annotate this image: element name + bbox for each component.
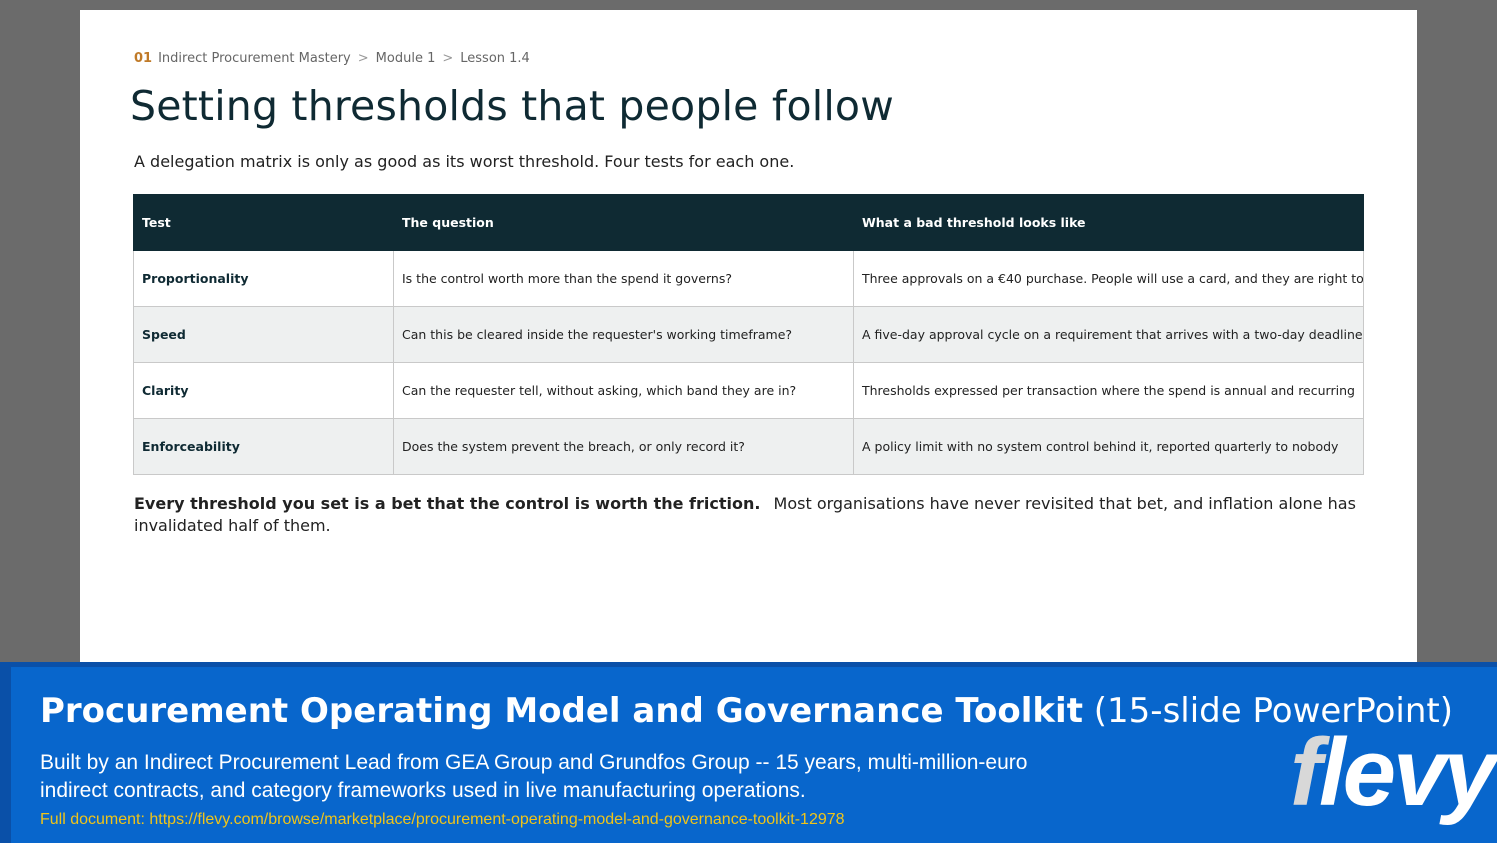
logo-rest: levy <box>1318 719 1497 826</box>
table-row: Enforceability Does the system prevent t… <box>133 418 1364 475</box>
promo-banner: Procurement Operating Model and Governan… <box>0 662 1497 843</box>
threshold-tests-table: Test The question What a bad threshold l… <box>133 194 1364 475</box>
slide: 01 Indirect Procurement Mastery > Module 1 >… <box>80 10 1417 662</box>
column-header-test: Test <box>133 194 394 251</box>
table-row: Proportionality Is the control worth mor… <box>133 250 1364 307</box>
bad-threshold-example: Three approvals on a €40 purchase. Peopl… <box>853 250 1364 307</box>
breadcrumb-module[interactable]: Module 1 <box>376 51 436 66</box>
banner-description: Built by an Indirect Procurement Lead fr… <box>40 751 1028 802</box>
column-header-bad-threshold: What a bad threshold looks like <box>853 194 1364 251</box>
table-header-row: Test The question What a bad threshold l… <box>133 194 1364 251</box>
banner-document-link[interactable]: Full document: https://flevy.com/browse/… <box>40 811 845 829</box>
breadcrumb-separator: > <box>442 51 454 66</box>
test-name: Enforceability <box>133 418 394 475</box>
breadcrumb-number: 01 <box>134 51 153 66</box>
test-question: Is the control worth more than the spend… <box>393 250 854 307</box>
closing-bold: Every threshold you set is a bet that th… <box>134 494 761 513</box>
test-name: Speed <box>133 306 394 363</box>
slide-subtitle: A delegation matrix is only as good as i… <box>134 152 795 171</box>
flevy-logo[interactable]: flevy <box>1290 725 1497 821</box>
bad-threshold-example: A five-day approval cycle on a requireme… <box>853 306 1364 363</box>
test-name: Clarity <box>133 362 394 419</box>
column-header-question: The question <box>393 194 854 251</box>
test-question: Can the requester tell, without asking, … <box>393 362 854 419</box>
breadcrumb: 01 Indirect Procurement Mastery > Module 1 >… <box>134 51 530 66</box>
bad-threshold-example: Thresholds expressed per transaction whe… <box>853 362 1364 419</box>
breadcrumb-lesson: Lesson 1.4 <box>460 51 530 66</box>
banner-title: Procurement Operating Model and Governan… <box>40 691 1453 731</box>
bad-threshold-example: A policy limit with no system control be… <box>853 418 1364 475</box>
table-row: Speed Can this be cleared inside the req… <box>133 306 1364 363</box>
table-row: Clarity Can the requester tell, without … <box>133 362 1364 419</box>
test-question: Does the system prevent the breach, or o… <box>393 418 854 475</box>
logo-initial: f <box>1290 719 1322 826</box>
slide-title: Setting thresholds that people follow <box>130 82 894 130</box>
promo-banner-panel: Procurement Operating Model and Governan… <box>11 667 1497 843</box>
breadcrumb-course[interactable]: Indirect Procurement Mastery <box>158 51 351 66</box>
test-name: Proportionality <box>133 250 394 307</box>
breadcrumb-separator: > <box>357 51 369 66</box>
banner-title-main: Procurement Operating Model and Governan… <box>40 691 1083 731</box>
test-question: Can this be cleared inside the requester… <box>393 306 854 363</box>
closing-statement: Every threshold you set is a bet that th… <box>134 493 1364 537</box>
